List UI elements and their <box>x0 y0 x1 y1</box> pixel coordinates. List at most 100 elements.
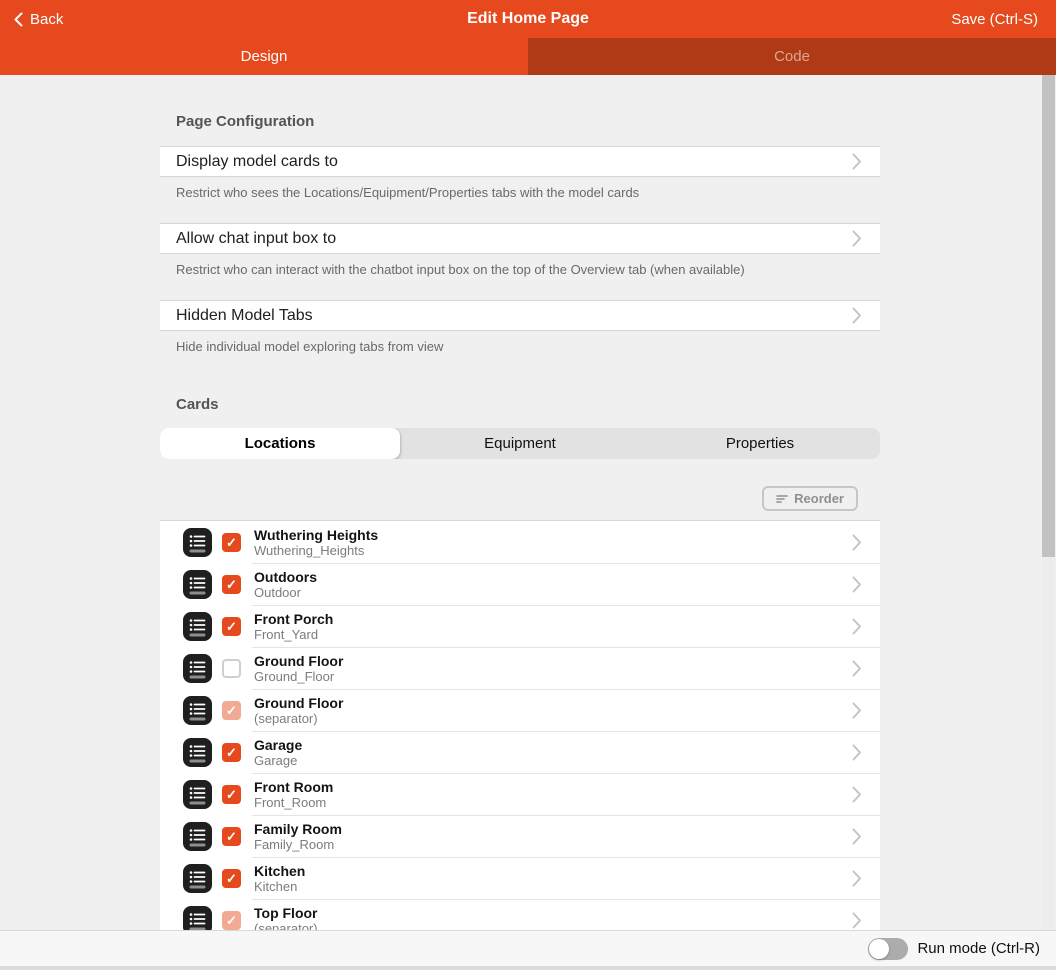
config-row-label: Hidden Model Tabs <box>176 307 313 325</box>
tab-equipment[interactable]: Equipment <box>400 428 640 459</box>
scrollbar-track[interactable] <box>1042 75 1055 930</box>
card-text: Wuthering Heights Wuthering_Heights <box>254 527 852 558</box>
card-title: Kitchen <box>254 863 852 879</box>
card-text: Family Room Family_Room <box>254 821 852 852</box>
back-label: Back <box>30 11 63 28</box>
config-row-description: Restrict who sees the Locations/Equipmen… <box>176 185 864 200</box>
list-card-icon[interactable] <box>183 696 212 725</box>
visibility-checkbox[interactable]: ✓ <box>222 743 241 762</box>
tab-code[interactable]: Code <box>528 38 1056 75</box>
chevron-right-icon <box>852 660 862 677</box>
card-row[interactable]: ✓ Ground Floor (separator) <box>160 689 880 731</box>
card-subtitle: (separator) <box>254 921 852 931</box>
card-text: Ground Floor (separator) <box>254 695 852 726</box>
card-text: Top Floor (separator) <box>254 905 852 931</box>
chevron-right-icon <box>852 153 862 170</box>
content-area: Page Configuration Display model cards t… <box>0 75 1056 930</box>
visibility-checkbox[interactable]: ✓ <box>222 911 241 930</box>
visibility-checkbox[interactable]: ✓ <box>222 869 241 888</box>
tab-design[interactable]: Design <box>0 38 528 75</box>
list-card-icon[interactable] <box>183 654 212 683</box>
config-row-description: Hide individual model exploring tabs fro… <box>176 339 864 354</box>
config-row-label: Display model cards to <box>176 153 338 171</box>
card-text: Kitchen Kitchen <box>254 863 852 894</box>
card-title: Family Room <box>254 821 852 837</box>
list-card-icon[interactable] <box>183 780 212 809</box>
back-button[interactable]: Back <box>0 11 63 28</box>
list-card-icon[interactable] <box>183 612 212 641</box>
visibility-checkbox[interactable]: ✓ <box>222 659 241 678</box>
visibility-checkbox[interactable]: ✓ <box>222 785 241 804</box>
chevron-right-icon <box>852 230 862 247</box>
tab-locations[interactable]: Locations <box>160 428 400 459</box>
card-subtitle: Family_Room <box>254 837 852 852</box>
card-row[interactable]: ✓ Top Floor (separator) <box>160 899 880 930</box>
save-button[interactable]: Save (Ctrl-S) <box>951 11 1056 28</box>
card-row[interactable]: ✓ Outdoors Outdoor <box>160 563 880 605</box>
config-row[interactable]: Allow chat input box to <box>160 223 880 254</box>
list-card-icon[interactable] <box>183 906 212 931</box>
card-row[interactable]: ✓ Garage Garage <box>160 731 880 773</box>
card-row[interactable]: ✓ Ground Floor Ground_Floor <box>160 647 880 689</box>
reorder-label: Reorder <box>794 491 844 506</box>
chevron-right-icon <box>852 912 862 929</box>
page-title: Edit Home Page <box>0 10 1056 28</box>
card-title: Front Porch <box>254 611 852 627</box>
list-card-icon[interactable] <box>183 822 212 851</box>
visibility-checkbox[interactable]: ✓ <box>222 827 241 846</box>
card-subtitle: Front_Yard <box>254 627 852 642</box>
config-row[interactable]: Hidden Model Tabs <box>160 300 880 331</box>
chevron-right-icon <box>852 702 862 719</box>
page-config-list: Display model cards to Restrict who sees… <box>160 146 880 354</box>
checkmark-icon: ✓ <box>226 704 237 717</box>
card-title: Top Floor <box>254 905 852 921</box>
card-text: Outdoors Outdoor <box>254 569 852 600</box>
card-title: Ground Floor <box>254 695 852 711</box>
checkmark-icon: ✓ <box>226 578 237 591</box>
config-item: Hidden Model Tabs Hide individual model … <box>160 300 880 354</box>
bottom-toolbar: Run mode (Ctrl-R) <box>0 930 1056 966</box>
reorder-row: Reorder <box>160 486 858 511</box>
chevron-right-icon <box>852 870 862 887</box>
list-card-icon[interactable] <box>183 570 212 599</box>
config-row-label: Allow chat input box to <box>176 230 336 248</box>
card-subtitle: Wuthering_Heights <box>254 543 852 558</box>
visibility-checkbox[interactable]: ✓ <box>222 533 241 552</box>
chevron-right-icon <box>852 534 862 551</box>
card-row[interactable]: ✓ Front Room Front_Room <box>160 773 880 815</box>
visibility-checkbox[interactable]: ✓ <box>222 575 241 594</box>
toggle-knob <box>869 939 889 959</box>
chevron-right-icon <box>852 618 862 635</box>
run-mode-toggle[interactable] <box>868 938 908 960</box>
top-navbar: Back Edit Home Page Save (Ctrl-S) <box>0 0 1056 38</box>
sort-lines-icon <box>776 494 788 504</box>
card-title: Garage <box>254 737 852 753</box>
reorder-button[interactable]: Reorder <box>762 486 858 511</box>
card-row[interactable]: ✓ Kitchen Kitchen <box>160 857 880 899</box>
cards-list: ✓ Wuthering Heights Wuthering_Heights ✓ … <box>160 520 880 930</box>
card-row[interactable]: ✓ Family Room Family_Room <box>160 815 880 857</box>
tab-properties[interactable]: Properties <box>640 428 880 459</box>
card-text: Garage Garage <box>254 737 852 768</box>
config-row[interactable]: Display model cards to <box>160 146 880 177</box>
visibility-checkbox[interactable]: ✓ <box>222 617 241 636</box>
checkmark-icon: ✓ <box>226 872 237 885</box>
chevron-right-icon <box>852 828 862 845</box>
section-heading-cards: Cards <box>176 396 864 413</box>
card-row[interactable]: ✓ Front Porch Front_Yard <box>160 605 880 647</box>
card-text: Ground Floor Ground_Floor <box>254 653 852 684</box>
checkmark-icon: ✓ <box>226 620 237 633</box>
list-card-icon[interactable] <box>183 738 212 767</box>
card-subtitle: Garage <box>254 753 852 768</box>
list-card-icon[interactable] <box>183 528 212 557</box>
chevron-right-icon <box>852 576 862 593</box>
card-title: Wuthering Heights <box>254 527 852 543</box>
scrollbar-thumb[interactable] <box>1042 75 1055 557</box>
checkmark-icon: ✓ <box>226 830 237 843</box>
card-row[interactable]: ✓ Wuthering Heights Wuthering_Heights <box>160 521 880 563</box>
list-card-icon[interactable] <box>183 864 212 893</box>
visibility-checkbox[interactable]: ✓ <box>222 701 241 720</box>
checkmark-icon: ✓ <box>226 788 237 801</box>
card-title: Front Room <box>254 779 852 795</box>
content-column: Page Configuration Display model cards t… <box>160 113 880 930</box>
